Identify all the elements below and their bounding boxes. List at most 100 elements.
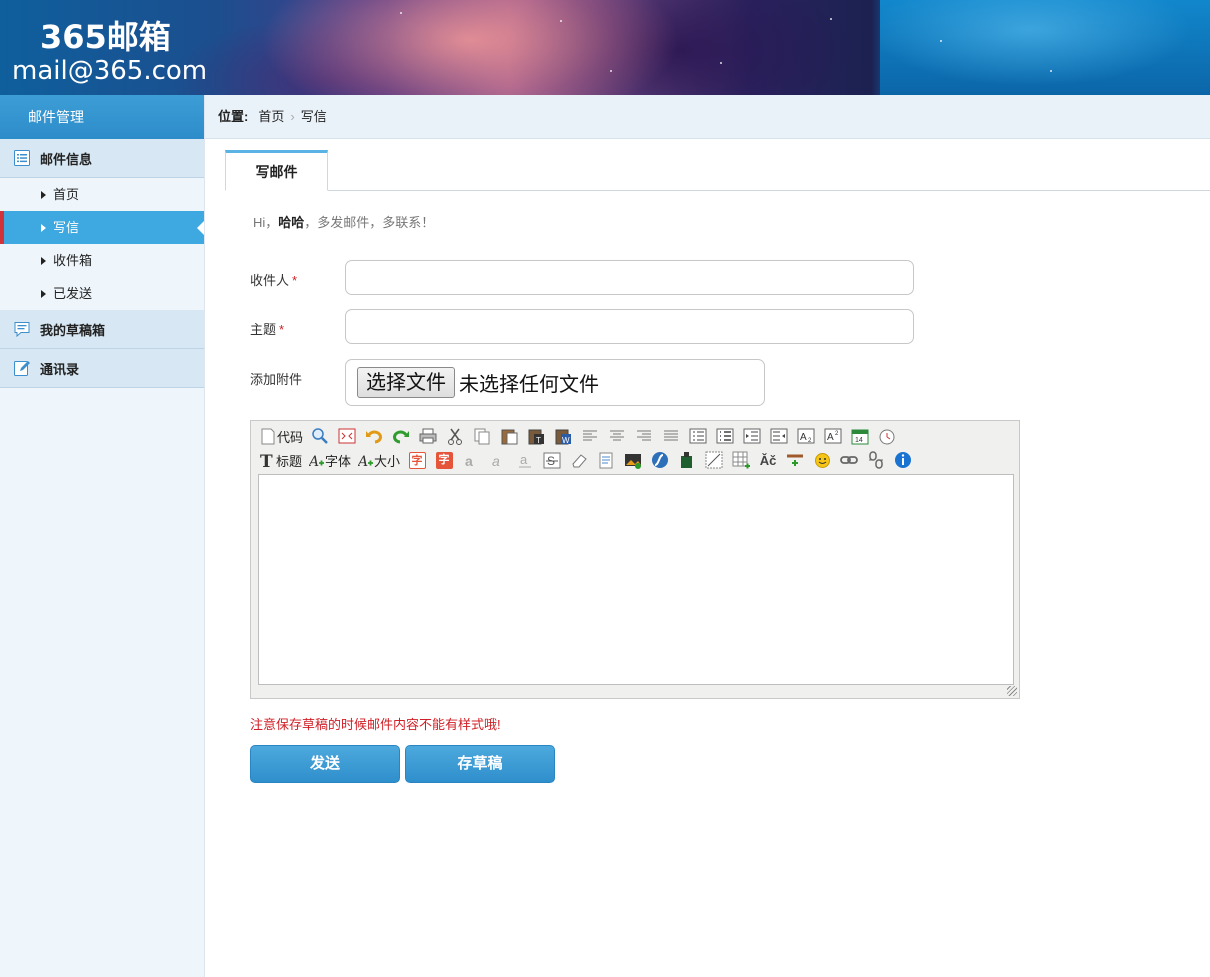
redo-icon (393, 430, 410, 444)
redo-button[interactable] (391, 426, 411, 446)
paste-text-icon: T (528, 429, 544, 445)
breadcrumb-current: 写信 (300, 109, 327, 124)
cut-icon (448, 428, 463, 445)
underline-button[interactable]: a (515, 450, 535, 470)
flash-icon (652, 452, 669, 468)
image-button[interactable] (623, 450, 643, 470)
align-center-button[interactable] (607, 426, 627, 446)
sidebar-item-label: 收件箱 (53, 253, 93, 268)
strikethrough-icon: S (543, 452, 561, 468)
subject-label: 主题 * (250, 319, 284, 338)
paste-text-button[interactable]: T (526, 426, 546, 446)
align-center-icon (610, 430, 625, 441)
save-draft-button[interactable]: 存草稿 (405, 745, 555, 783)
date-button[interactable]: 14 (850, 426, 870, 446)
ordered-list-button[interactable] (688, 426, 708, 446)
sidebar-item-sent[interactable]: 已发送 (0, 277, 204, 310)
unlink-icon (869, 451, 884, 469)
editor-content-area[interactable] (258, 474, 1014, 685)
tab-bar: 写邮件 (225, 150, 1210, 191)
remove-format-button[interactable] (569, 450, 589, 470)
strikethrough-button[interactable]: S (542, 450, 562, 470)
subject-input[interactable] (345, 309, 914, 344)
link-button[interactable] (839, 450, 859, 470)
align-right-button[interactable] (634, 426, 654, 446)
italic-button[interactable]: a (488, 450, 508, 470)
required-mark: * (292, 273, 298, 288)
maximize-button[interactable] (337, 426, 357, 446)
bold-button[interactable]: a (461, 450, 481, 470)
superscript-button[interactable]: A2 (823, 426, 843, 446)
cut-button[interactable] (445, 426, 465, 446)
info-icon (895, 452, 912, 468)
breadcrumb: 位置: 首页 › 写信 (205, 95, 1210, 139)
justify-icon (664, 430, 679, 441)
sidebar-group-drafts[interactable]: 我的草稿箱 (0, 310, 204, 349)
source-code-label: 代码 (277, 429, 304, 445)
special-char-button[interactable]: Ǎč (758, 450, 778, 470)
insert-table-button[interactable] (731, 450, 751, 470)
image-icon (625, 453, 642, 469)
font-size-button[interactable]: A 大小 (358, 450, 400, 470)
source-code-button[interactable]: 代码 (260, 426, 303, 446)
document-icon (599, 452, 613, 468)
breadcrumb-home[interactable]: 首页 (258, 109, 284, 124)
greeting-username: 哈哈 (278, 215, 305, 230)
paste-button[interactable] (499, 426, 519, 446)
indent-icon (743, 428, 761, 444)
send-button[interactable]: 发送 (250, 745, 400, 783)
text-color-button[interactable]: 字 (407, 450, 427, 470)
flash-button[interactable] (650, 450, 670, 470)
greeting: Hi，哈哈，多发邮件，多联系！ (253, 212, 434, 231)
attachment-label: 添加附件 (250, 372, 303, 387)
font-size-icon: A (358, 454, 374, 469)
sidebar-item-home[interactable]: 首页 (0, 178, 204, 211)
unlink-button[interactable] (866, 450, 886, 470)
emoticon-button[interactable] (812, 450, 832, 470)
preview-button[interactable] (310, 426, 330, 446)
about-button[interactable] (893, 450, 913, 470)
heading-label: 标题 (276, 453, 303, 469)
source-code-icon (261, 428, 275, 444)
template-button[interactable] (596, 450, 616, 470)
sidebar-group-contacts[interactable]: 通讯录 (0, 349, 204, 388)
time-button[interactable] (877, 426, 897, 446)
indent-button[interactable] (742, 426, 762, 446)
superscript-icon: A2 (824, 428, 842, 444)
table-button[interactable] (704, 450, 724, 470)
font-button[interactable]: A 字体 (309, 450, 351, 470)
sidebar-item-compose[interactable]: 写信 (0, 211, 204, 244)
sidebar-item-inbox[interactable]: 收件箱 (0, 244, 204, 277)
svg-text:T: T (260, 452, 273, 469)
background-color-button[interactable]: 字 (434, 450, 454, 470)
unordered-list-button[interactable] (715, 426, 735, 446)
recipient-input[interactable] (345, 260, 914, 295)
caret-right-icon (41, 257, 46, 265)
date-icon: 14 (851, 429, 869, 444)
choose-file-button[interactable]: 选择文件 (357, 367, 455, 398)
sidebar-group-mail-info[interactable]: 邮件信息 (0, 139, 204, 178)
align-left-button[interactable] (580, 426, 600, 446)
undo-button[interactable] (364, 426, 384, 446)
paste-word-icon: W (555, 429, 571, 445)
font-icon: A (309, 454, 325, 469)
resize-handle-icon[interactable] (1007, 686, 1017, 696)
justify-button[interactable] (661, 426, 681, 446)
tab-compose[interactable]: 写邮件 (225, 150, 328, 191)
paste-word-button[interactable]: W (553, 426, 573, 446)
outdent-button[interactable] (769, 426, 789, 446)
subscript-button[interactable]: A2 (796, 426, 816, 446)
greeting-suffix: ，多发邮件，多联系！ (304, 215, 435, 230)
heading-button[interactable]: T 标题 (260, 450, 302, 470)
print-button[interactable] (418, 426, 438, 446)
print-icon (419, 428, 437, 444)
sidebar-group-label: 通讯录 (40, 361, 80, 377)
media-button[interactable] (677, 450, 697, 470)
chat-bubble-icon (13, 320, 31, 338)
time-icon (879, 429, 895, 445)
copy-button[interactable] (472, 426, 492, 446)
table-icon (705, 451, 723, 469)
svg-text:a: a (465, 453, 473, 469)
horizontal-rule-button[interactable] (785, 450, 805, 470)
recipient-label-text: 收件人 (250, 273, 290, 288)
